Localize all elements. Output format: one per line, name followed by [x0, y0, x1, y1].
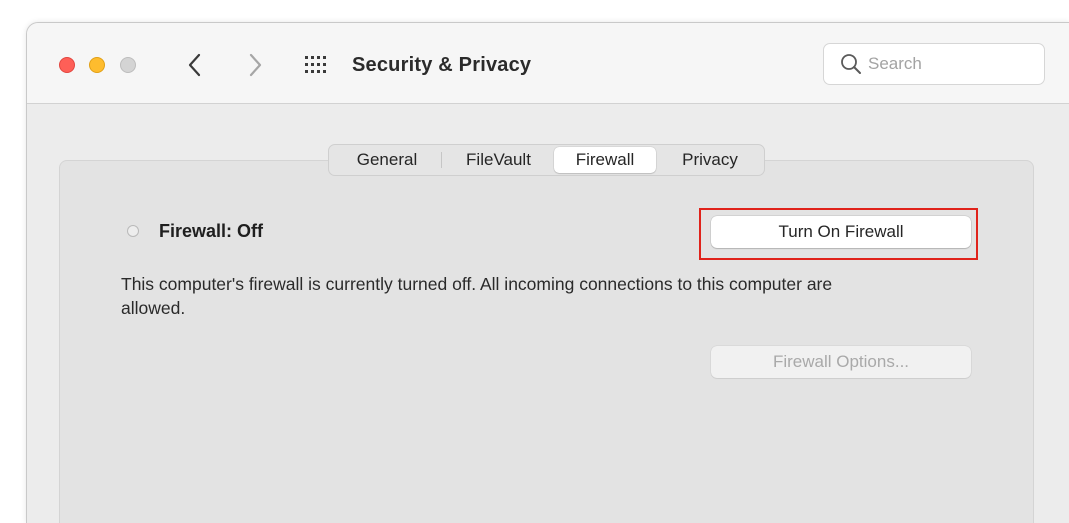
forward-button[interactable] — [242, 50, 268, 80]
chevron-left-icon — [188, 53, 201, 77]
firewall-description: This computer's firewall is currently tu… — [121, 274, 833, 318]
tab-filevault[interactable]: FileVault — [445, 145, 552, 175]
window-title: Security & Privacy — [352, 54, 532, 76]
chevron-right-icon — [249, 53, 262, 77]
close-window-button[interactable] — [59, 57, 75, 73]
firewall-status-indicator — [127, 225, 139, 237]
grid-icon — [305, 56, 326, 73]
minimize-window-button[interactable] — [89, 57, 105, 73]
preferences-window: Security & Privacy Search General FileVa… — [26, 22, 1069, 523]
firewall-status-label: Firewall: Off — [159, 221, 264, 241]
tab-divider — [441, 152, 442, 168]
tab-bar: General FileVault Firewall Privacy — [328, 144, 765, 176]
turn-on-firewall-button[interactable]: Turn On Firewall — [711, 216, 971, 248]
title-bar: Security & Privacy Search — [27, 23, 1069, 104]
search-placeholder: Search — [868, 54, 922, 73]
firewall-options-button[interactable]: Firewall Options... — [711, 346, 971, 378]
magnifying-glass-icon — [841, 54, 861, 74]
tab-privacy[interactable]: Privacy — [662, 145, 758, 175]
zoom-window-button[interactable] — [120, 57, 136, 73]
show-all-button[interactable] — [304, 54, 328, 76]
tab-firewall[interactable]: Firewall — [554, 147, 656, 173]
tab-general[interactable]: General — [337, 145, 437, 175]
back-button[interactable] — [182, 50, 208, 80]
search-field[interactable]: Search — [823, 43, 1045, 85]
